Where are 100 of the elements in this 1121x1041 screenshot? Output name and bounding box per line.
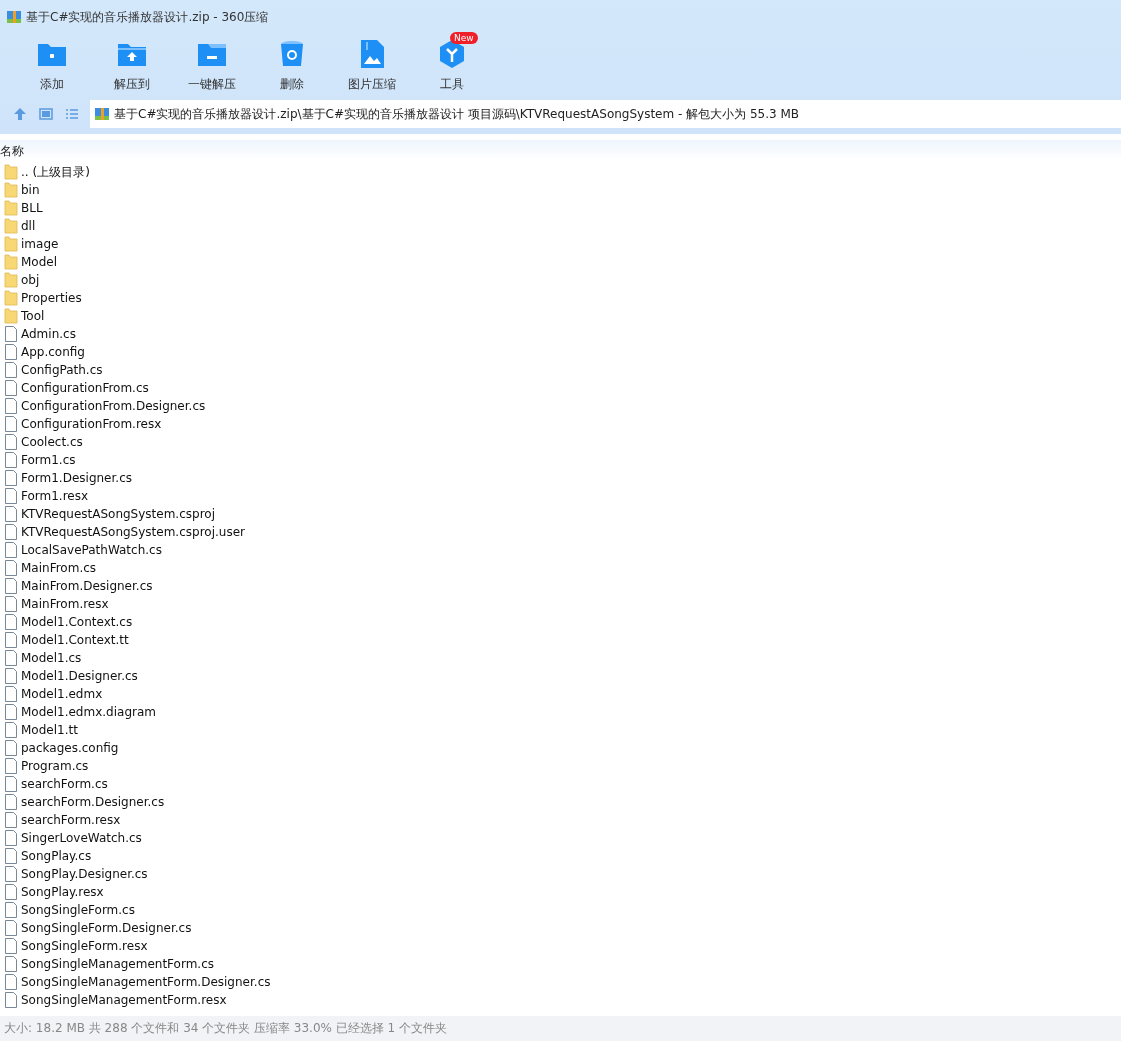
file-name[interactable]: Model1.tt bbox=[21, 723, 78, 737]
folder-icon bbox=[4, 218, 18, 234]
file-icon bbox=[4, 488, 18, 504]
file-icon bbox=[4, 776, 18, 792]
file-name[interactable]: Model1.Designer.cs bbox=[21, 669, 138, 683]
file-name[interactable]: obj bbox=[21, 273, 40, 287]
file-name[interactable]: MainFrom.resx bbox=[21, 597, 109, 611]
file-icon bbox=[4, 866, 18, 882]
file-icon bbox=[4, 578, 18, 594]
file-name[interactable]: SongPlay.Designer.cs bbox=[21, 867, 148, 881]
file-name[interactable]: SongSingleManagementForm.resx bbox=[21, 993, 227, 1007]
file-name[interactable]: SongSingleManagementForm.cs bbox=[21, 957, 214, 971]
thumbnail-view-icon[interactable] bbox=[38, 106, 54, 122]
list-view-icon[interactable] bbox=[64, 106, 80, 122]
folder-icon bbox=[4, 290, 18, 306]
toolbar-button[interactable]: 解压到 bbox=[92, 34, 172, 100]
file-icon bbox=[4, 956, 18, 972]
file-icon bbox=[4, 722, 18, 738]
file-icon bbox=[4, 524, 18, 540]
file-icon bbox=[4, 794, 18, 810]
file-name[interactable]: image bbox=[21, 237, 59, 251]
file-name[interactable]: ConfigurationFrom.resx bbox=[21, 417, 162, 431]
file-name[interactable]: Model1.cs bbox=[21, 651, 82, 665]
file-name[interactable]: Coolect.cs bbox=[21, 435, 83, 449]
file-name[interactable]: MainFrom.Designer.cs bbox=[21, 579, 153, 593]
file-icon bbox=[4, 848, 18, 864]
file-icon bbox=[4, 452, 18, 468]
file-name[interactable]: SongPlay.resx bbox=[21, 885, 104, 899]
file-name[interactable]: Model1.edmx.diagram bbox=[21, 705, 156, 719]
file-icon bbox=[4, 506, 18, 522]
file-name[interactable]: Tool bbox=[21, 309, 45, 323]
file-name[interactable]: KTVRequestASongSystem.csproj.user bbox=[21, 525, 245, 539]
file-name[interactable]: Model1.Context.tt bbox=[21, 633, 129, 647]
file-name[interactable]: Model1.edmx bbox=[21, 687, 103, 701]
file-name[interactable]: SongSingleManagementForm.Designer.cs bbox=[21, 975, 271, 989]
file-name[interactable]: MainFrom.cs bbox=[21, 561, 97, 575]
file-name[interactable]: LocalSavePathWatch.cs bbox=[21, 543, 162, 557]
file-name[interactable]: Form1.Designer.cs bbox=[21, 471, 132, 485]
file-name[interactable]: Model bbox=[21, 255, 58, 269]
file-icon bbox=[4, 884, 18, 900]
up-arrow-icon[interactable] bbox=[12, 106, 28, 122]
file-icon bbox=[4, 344, 18, 360]
file-name[interactable]: KTVRequestASongSystem.csproj bbox=[21, 507, 215, 521]
file-name[interactable]: searchForm.resx bbox=[21, 813, 121, 827]
file-icon bbox=[4, 470, 18, 486]
file-name[interactable]: bin bbox=[21, 183, 40, 197]
file-icon bbox=[4, 326, 18, 342]
file-icon bbox=[4, 992, 18, 1008]
folder-icon bbox=[4, 236, 18, 252]
folder-icon bbox=[4, 308, 18, 324]
file-name[interactable]: Program.cs bbox=[21, 759, 89, 773]
folder-icon bbox=[4, 272, 18, 288]
file-icon bbox=[4, 542, 18, 558]
file-name[interactable]: Admin.cs bbox=[21, 327, 76, 341]
file-name[interactable]: ConfigPath.cs bbox=[21, 363, 103, 377]
file-name[interactable]: Properties bbox=[21, 291, 82, 305]
file-icon bbox=[4, 632, 18, 648]
toolbar-button[interactable]: 添加 bbox=[12, 34, 92, 100]
file-icon bbox=[4, 902, 18, 918]
file-name[interactable]: dll bbox=[21, 219, 36, 233]
folder-icon bbox=[4, 254, 18, 270]
column-header[interactable]: 名称 bbox=[0, 143, 24, 160]
file-name[interactable]: App.config bbox=[21, 345, 85, 359]
folder-icon bbox=[4, 182, 18, 198]
address-path: 基于C#实现的音乐播放器设计.zip\基于C#实现的音乐播放器设计 项目源码\KTVRequestASongSystem - 解包大小为 55.3 MB bbox=[114, 105, 800, 123]
file-name[interactable]: searchForm.cs bbox=[21, 777, 108, 791]
address-bar[interactable]: 基于C#实现的音乐播放器设计.zip\基于C#实现的音乐播放器设计 项目源码\KTVRequestASongSystem - 解包大小为 55.3 MB bbox=[90, 100, 1121, 128]
status-bar: 大小: 18.2 MB 共 288 个文件和 34 个文件夹 压缩率 33.0% 已经选择 1 个文件夹 bbox=[0, 1016, 1121, 1041]
toolbar-button[interactable]: New 工具 bbox=[412, 34, 492, 100]
file-name[interactable]: SongPlay.cs bbox=[21, 849, 92, 863]
file-icon bbox=[4, 740, 18, 756]
file-name[interactable]: SingerLoveWatch.cs bbox=[21, 831, 142, 845]
file-icon bbox=[4, 416, 18, 432]
folder-icon bbox=[4, 200, 18, 216]
file-name[interactable]: BLL bbox=[21, 201, 43, 215]
file-name[interactable]: ConfigurationFrom.Designer.cs bbox=[21, 399, 206, 413]
file-name[interactable]: Model1.Context.cs bbox=[21, 615, 133, 629]
file-name[interactable]: SongSingleForm.cs bbox=[21, 903, 135, 917]
file-name[interactable]: SongSingleForm.Designer.cs bbox=[21, 921, 192, 935]
file-icon bbox=[4, 758, 18, 774]
file-icon bbox=[4, 704, 18, 720]
file-icon bbox=[4, 974, 18, 990]
toolbar-button[interactable]: 一键解压 bbox=[172, 34, 252, 100]
file-name[interactable]: searchForm.Designer.cs bbox=[21, 795, 165, 809]
file-icon bbox=[4, 614, 18, 630]
file-name[interactable]: Form1.cs bbox=[21, 453, 76, 467]
new-badge: New bbox=[450, 32, 478, 44]
file-icon bbox=[4, 686, 18, 702]
file-name[interactable]: packages.config bbox=[21, 741, 119, 755]
file-icon bbox=[4, 812, 18, 828]
file-name[interactable]: SongSingleForm.resx bbox=[21, 939, 148, 953]
folder-icon bbox=[4, 164, 18, 180]
file-name[interactable]: .. (上级目录) bbox=[21, 163, 90, 181]
toolbar-button[interactable]: 删除 bbox=[252, 34, 332, 100]
file-name[interactable]: Form1.resx bbox=[21, 489, 89, 503]
file-icon bbox=[4, 920, 18, 936]
file-icon bbox=[4, 668, 18, 684]
toolbar-button[interactable]: 图片压缩 bbox=[332, 34, 412, 100]
file-name[interactable]: ConfigurationFrom.cs bbox=[21, 381, 149, 395]
file-icon bbox=[4, 380, 18, 396]
